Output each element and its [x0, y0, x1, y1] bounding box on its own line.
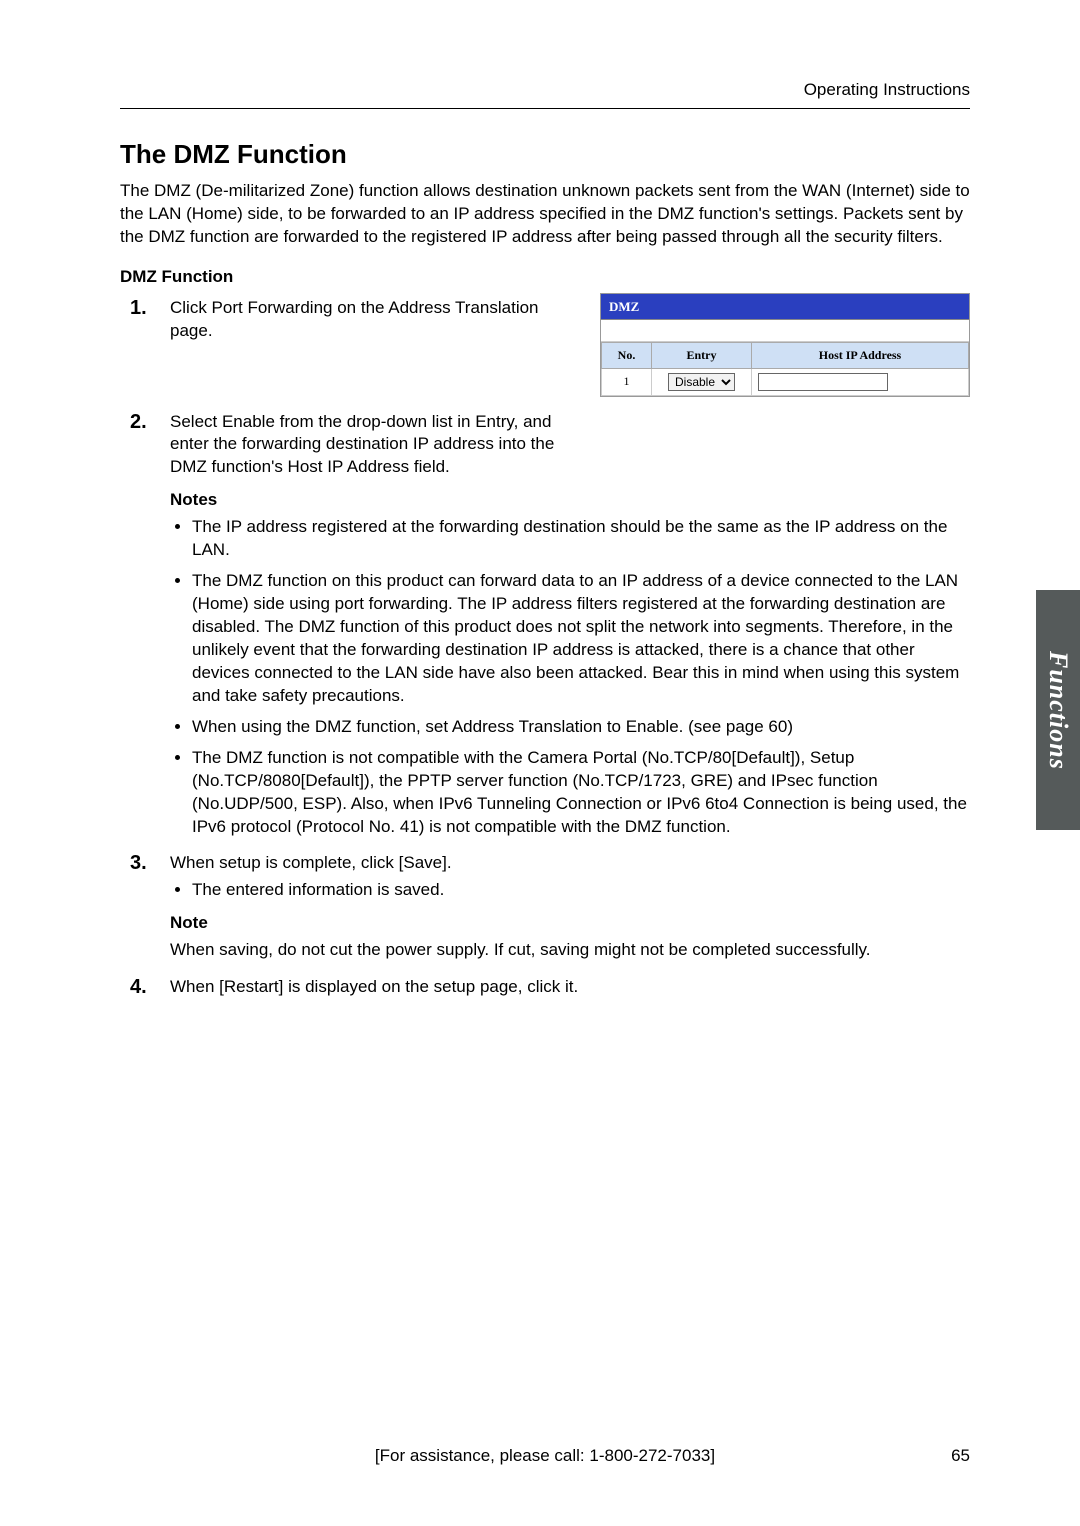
dmz-col-host: Host IP Address — [752, 343, 969, 368]
side-tab-functions: Functions — [1036, 590, 1080, 830]
step-3: When setup is complete, click [Save]. Th… — [120, 852, 970, 962]
step-2-notes-list: The IP address registered at the forward… — [170, 516, 970, 838]
step-4-text: When [Restart] is displayed on the setup… — [170, 976, 590, 999]
step-3-bullet: The entered information is saved. — [192, 879, 970, 902]
dmz-entry-select[interactable]: Disable — [668, 373, 735, 391]
section-title: The DMZ Function — [120, 139, 970, 170]
step-2-notes-head: Notes — [170, 489, 970, 512]
note-item: The DMZ function on this product can for… — [192, 570, 970, 708]
page-footer: [For assistance, please call: 1-800-272-… — [120, 1446, 970, 1466]
steps-list: Click Port Forwarding on the Address Tra… — [120, 297, 970, 999]
note-item: The IP address registered at the forward… — [192, 516, 970, 562]
document-page: Operating Instructions The DMZ Function … — [0, 0, 1080, 1526]
dmz-widget-title: DMZ — [601, 294, 969, 321]
dmz-row-host-cell — [752, 368, 969, 395]
step-3-text: When setup is complete, click [Save]. — [170, 852, 970, 875]
dmz-table: No. Entry Host IP Address 1 Disable — [601, 342, 969, 395]
step-2: Select Enable from the drop-down list in… — [120, 411, 970, 839]
step-1-text: Click Port Forwarding on the Address Tra… — [170, 297, 580, 343]
note-item: The DMZ function is not compatible with … — [192, 747, 970, 839]
step-2-text: Select Enable from the drop-down list in… — [170, 411, 590, 480]
section-subhead: DMZ Function — [120, 267, 970, 287]
step-4: When [Restart] is displayed on the setup… — [120, 976, 970, 999]
header-doc-title: Operating Instructions — [120, 80, 970, 109]
section-intro: The DMZ (De-militarized Zone) function a… — [120, 180, 970, 249]
dmz-col-entry: Entry — [652, 343, 752, 368]
step-3-note-text: When saving, do not cut the power supply… — [170, 939, 970, 962]
dmz-row-no: 1 — [602, 368, 652, 395]
footer-assist: [For assistance, please call: 1-800-272-… — [375, 1446, 715, 1466]
dmz-host-ip-input[interactable] — [758, 373, 888, 391]
dmz-widget-spacer — [601, 320, 969, 342]
step-1: Click Port Forwarding on the Address Tra… — [120, 297, 970, 397]
dmz-col-no: No. — [602, 343, 652, 368]
dmz-row-1: 1 Disable — [602, 368, 969, 395]
note-item: When using the DMZ function, set Address… — [192, 716, 970, 739]
dmz-row-entry-cell: Disable — [652, 368, 752, 395]
step-3-note-head: Note — [170, 912, 970, 935]
footer-page-number: 65 — [951, 1446, 970, 1466]
step-3-bullets: The entered information is saved. — [170, 879, 970, 902]
dmz-widget: DMZ No. Entry Host IP Address 1 D — [600, 293, 970, 397]
